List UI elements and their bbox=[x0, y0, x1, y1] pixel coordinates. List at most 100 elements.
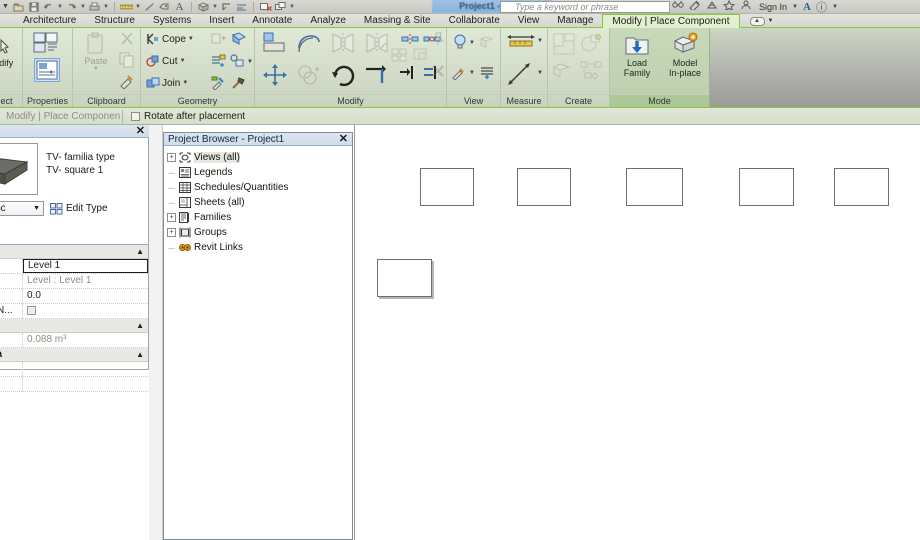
demolish-hammer-icon[interactable] bbox=[231, 76, 247, 90]
component-rect-3[interactable] bbox=[626, 168, 683, 206]
ribbon-minimize-control[interactable]: ▲ ▼ bbox=[749, 14, 773, 28]
tab-insert[interactable]: Insert bbox=[200, 14, 243, 28]
open-icon[interactable] bbox=[12, 1, 25, 13]
create-similar-icon[interactable] bbox=[553, 33, 575, 55]
print-icon[interactable] bbox=[88, 1, 101, 13]
match-type-properties-icon[interactable] bbox=[119, 73, 135, 89]
rotate-icon[interactable] bbox=[331, 62, 357, 86]
tab-systems[interactable]: Systems bbox=[144, 14, 200, 28]
table-row[interactable]: Volume 0.088 m³ bbox=[0, 333, 148, 348]
chevron-up-icon[interactable]: ▲ bbox=[136, 321, 144, 330]
tab-manage[interactable]: Manage bbox=[548, 14, 602, 28]
close-icon[interactable]: ✕ bbox=[136, 125, 145, 137]
redo-dropdown-icon[interactable]: ▼ bbox=[80, 1, 86, 13]
array-create-icon[interactable] bbox=[580, 61, 604, 81]
default-3d-view-icon[interactable] bbox=[197, 1, 210, 13]
view-properties-icon[interactable] bbox=[479, 35, 495, 49]
switch-join-order-icon[interactable] bbox=[211, 32, 226, 46]
text-icon[interactable]: A bbox=[173, 1, 186, 13]
reveal-hidden-elements-icon[interactable] bbox=[453, 34, 467, 52]
sidebar-item-views-all[interactable]: + Views (all) bbox=[167, 150, 350, 165]
expand-toggle-icon[interactable]: + bbox=[167, 228, 176, 237]
palette-splitter[interactable] bbox=[149, 125, 163, 540]
reveal-hidden-dropdown-icon[interactable]: ▼ bbox=[469, 40, 475, 46]
measure-icon[interactable] bbox=[120, 1, 133, 13]
parameter-value-comments[interactable] bbox=[23, 362, 148, 376]
offset-icon[interactable] bbox=[297, 32, 321, 54]
paint-view-icon[interactable] bbox=[451, 66, 467, 80]
parameter-value-offset[interactable]: 0.0 bbox=[23, 289, 148, 303]
sidebar-item-families[interactable]: + Families bbox=[167, 210, 350, 225]
tab-annotate[interactable]: Annotate bbox=[243, 14, 301, 28]
properties-palette-toggle-icon[interactable] bbox=[34, 58, 60, 82]
cope-dropdown-icon[interactable]: ▼ bbox=[188, 36, 194, 42]
communication-center-icon[interactable] bbox=[689, 0, 701, 13]
drawing-canvas[interactable] bbox=[354, 125, 920, 540]
parameter-group-dimensions[interactable]: Dimensions ▲ bbox=[0, 319, 148, 333]
section-icon[interactable] bbox=[220, 1, 233, 13]
cut-clipboard-icon[interactable] bbox=[119, 31, 135, 47]
edit-family-icon[interactable] bbox=[580, 33, 602, 55]
ribbon-minimize-icon[interactable]: ▲ bbox=[749, 16, 765, 26]
favorites-icon[interactable] bbox=[722, 0, 736, 13]
user-icon[interactable] bbox=[740, 0, 752, 13]
join-dropdown-icon[interactable]: ▼ bbox=[182, 80, 188, 86]
copy-move-icon[interactable] bbox=[297, 64, 321, 86]
switch-windows-icon[interactable] bbox=[274, 1, 287, 13]
component-rect-6[interactable] bbox=[377, 259, 432, 297]
print-dropdown-icon[interactable]: ▼ bbox=[103, 1, 109, 13]
demolish-icon[interactable] bbox=[231, 32, 247, 46]
paint-icon[interactable] bbox=[211, 76, 226, 90]
expand-toggle-icon[interactable]: + bbox=[167, 213, 176, 222]
split-face-icon[interactable] bbox=[211, 54, 226, 68]
tag-icon[interactable] bbox=[158, 1, 171, 13]
expand-toggle-icon[interactable]: + bbox=[167, 153, 176, 162]
pin-icon[interactable] bbox=[431, 32, 445, 46]
parameter-group-identity-data[interactable]: Identity Data ▲ bbox=[0, 348, 148, 362]
mirror-pick-axis-icon[interactable] bbox=[331, 32, 355, 54]
wall-joins-dropdown-icon[interactable]: ▼ bbox=[247, 59, 253, 65]
aligned-dimension-icon[interactable] bbox=[143, 1, 156, 13]
trim-extend-corner-icon[interactable] bbox=[365, 63, 389, 85]
view-dropdown-icon[interactable]: ▼ bbox=[212, 1, 218, 13]
wall-joins-icon[interactable] bbox=[229, 54, 245, 68]
move-icon[interactable] bbox=[263, 64, 287, 86]
unpin-icon[interactable] bbox=[431, 64, 445, 78]
table-row[interactable]: Host Level : Level 1 bbox=[0, 274, 148, 289]
parameter-value-level[interactable]: Level 1 bbox=[23, 259, 148, 273]
infocenter-search-icon[interactable] bbox=[672, 0, 684, 13]
switch-windows-dropdown-icon[interactable]: ▼ bbox=[289, 1, 295, 13]
close-hidden-windows-icon[interactable] bbox=[259, 1, 272, 13]
save-icon[interactable] bbox=[27, 1, 40, 13]
linework-icon[interactable] bbox=[479, 65, 495, 81]
model-in-place-button[interactable]: Model In-place bbox=[662, 32, 708, 78]
cope-button[interactable]: Cope ▼ bbox=[146, 32, 194, 46]
component-rect-4[interactable] bbox=[739, 168, 794, 206]
parameter-value-moves-with-nearby[interactable] bbox=[23, 304, 148, 318]
autodesk-app-icon[interactable]: A bbox=[803, 1, 811, 13]
table-row[interactable]: Moves With N... bbox=[0, 304, 148, 319]
thin-lines-icon[interactable] bbox=[235, 1, 248, 13]
table-row[interactable]: Mark bbox=[0, 377, 148, 392]
component-rect-5[interactable] bbox=[834, 168, 889, 206]
paint-view-dropdown-icon[interactable]: ▼ bbox=[469, 70, 475, 76]
array-icon[interactable] bbox=[391, 48, 409, 62]
scale-icon[interactable] bbox=[413, 48, 431, 62]
sidebar-item-groups[interactable]: + Groups bbox=[167, 225, 350, 240]
align-icon[interactable] bbox=[263, 32, 287, 54]
tab-collaborate[interactable]: Collaborate bbox=[440, 14, 509, 28]
sign-in-label[interactable]: Sign In bbox=[759, 0, 787, 13]
trim-single-element-icon[interactable] bbox=[399, 66, 419, 79]
cut-button[interactable]: Cut ▼ bbox=[146, 54, 186, 68]
measure-dropdown-icon[interactable]: ▼ bbox=[135, 1, 141, 13]
sign-in-dropdown-icon[interactable]: ▼ bbox=[792, 4, 798, 10]
mirror-draw-axis-icon[interactable] bbox=[365, 32, 389, 54]
parameter-value-mark[interactable] bbox=[23, 377, 148, 391]
modify-button[interactable]: Modify bbox=[0, 34, 22, 68]
measure-dropdown2-icon[interactable]: ▼ bbox=[537, 38, 543, 44]
chevron-up-icon[interactable]: ▲ bbox=[136, 247, 144, 256]
table-row[interactable]: Offset 0.0 bbox=[0, 289, 148, 304]
table-row[interactable]: Comments bbox=[0, 362, 148, 377]
undo-dropdown-icon[interactable]: ▼ bbox=[57, 1, 63, 13]
type-properties-icon[interactable] bbox=[33, 31, 61, 57]
